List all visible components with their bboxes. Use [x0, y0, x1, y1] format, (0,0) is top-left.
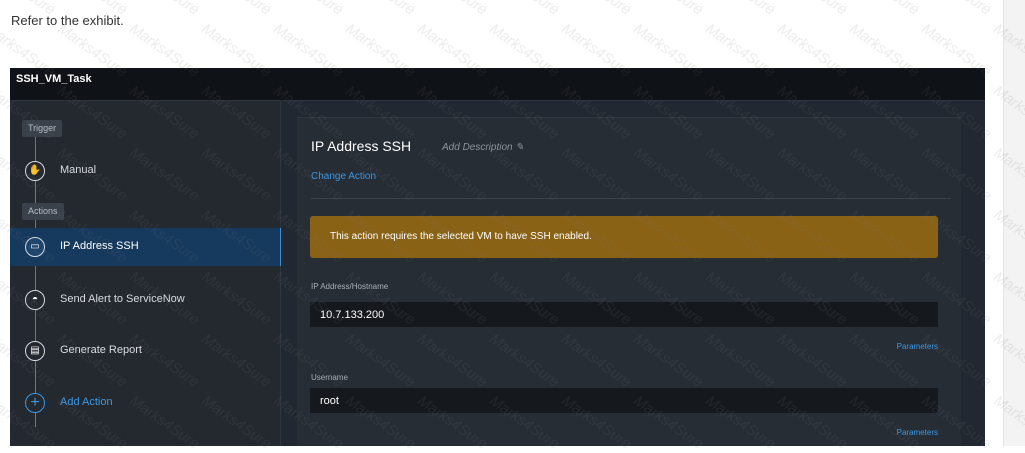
playbook-sidebar: Trigger ✋ Manual Actions ▭ IP Address SS…: [10, 101, 283, 446]
watermark-text: Marks4Sure: [342, 0, 418, 19]
action-title: IP Address SSH: [311, 138, 412, 154]
step-label: Generate Report: [60, 344, 142, 356]
change-action-link[interactable]: Change Action: [311, 171, 376, 182]
watermark-text: Marks4Sure: [630, 0, 706, 19]
add-description-link[interactable]: Add Description ✎: [442, 142, 524, 153]
exhibit-caption: Refer to the exhibit.: [11, 13, 124, 28]
step-label: Send Alert to ServiceNow: [60, 293, 185, 305]
ip-parameters-link[interactable]: Parameters: [897, 342, 938, 351]
step-label: Add Action: [60, 396, 113, 408]
ip-address-input[interactable]: [310, 302, 938, 327]
title-bar: SSH_VM_Task: [10, 68, 985, 101]
trigger-section-label: Trigger: [22, 120, 63, 137]
pencil-icon: ✎: [515, 142, 524, 153]
terminal-icon: ▭: [25, 237, 45, 257]
divider: [311, 198, 951, 199]
action-config-panel: IP Address SSH Add Description ✎ Change …: [297, 117, 961, 446]
sidebar-item-ip-address-ssh[interactable]: ▭ IP Address SSH: [10, 228, 283, 266]
watermark-text: Marks4Sure: [918, 0, 994, 19]
ip-address-label: IP Address/Hostname: [311, 282, 389, 291]
playbook-window: SSH_VM_Task Trigger ✋ Manual Actions ▭ I…: [10, 68, 985, 446]
sidebar-item-manual[interactable]: ✋ Manual: [10, 152, 280, 190]
step-label: IP Address SSH: [60, 240, 139, 252]
action-detail-area: IP Address SSH Add Description ✎ Change …: [281, 101, 985, 446]
watermark-text: Marks4Sure: [558, 0, 634, 19]
window-title: SSH_VM_Task: [16, 73, 92, 85]
username-parameters-link[interactable]: Parameters: [897, 428, 938, 437]
watermark-text: Marks4Sure: [486, 0, 562, 19]
sidebar-item-send-alert-to-servicenow[interactable]: ◓ Send Alert to ServiceNow: [10, 281, 280, 319]
watermark-text: Marks4Sure: [270, 0, 346, 19]
report-icon: ▤: [25, 341, 45, 361]
add-action-button[interactable]: + Add Action: [10, 384, 280, 422]
warning-text: This action requires the selected VM to …: [330, 231, 592, 242]
page-scrollbar[interactable]: [1003, 0, 1025, 446]
watermark-text: Marks4Sure: [198, 0, 274, 19]
actions-section-label: Actions: [22, 203, 64, 220]
watermark-text: Marks4Sure: [702, 0, 778, 19]
sidebar-item-generate-report[interactable]: ▤ Generate Report: [10, 332, 280, 370]
username-input[interactable]: [310, 388, 938, 413]
hand-icon: ✋: [25, 161, 45, 181]
servicenow-icon: ◓: [25, 290, 45, 310]
watermark-text: Marks4Sure: [774, 0, 850, 19]
step-label: Manual: [60, 164, 97, 176]
ssh-warning-banner: This action requires the selected VM to …: [310, 216, 938, 258]
watermark-text: Marks4Sure: [846, 0, 922, 19]
username-label: Username: [311, 373, 348, 382]
watermark-text: Marks4Sure: [126, 0, 202, 19]
watermark-text: Marks4Sure: [414, 0, 490, 19]
plus-icon: +: [25, 393, 45, 413]
